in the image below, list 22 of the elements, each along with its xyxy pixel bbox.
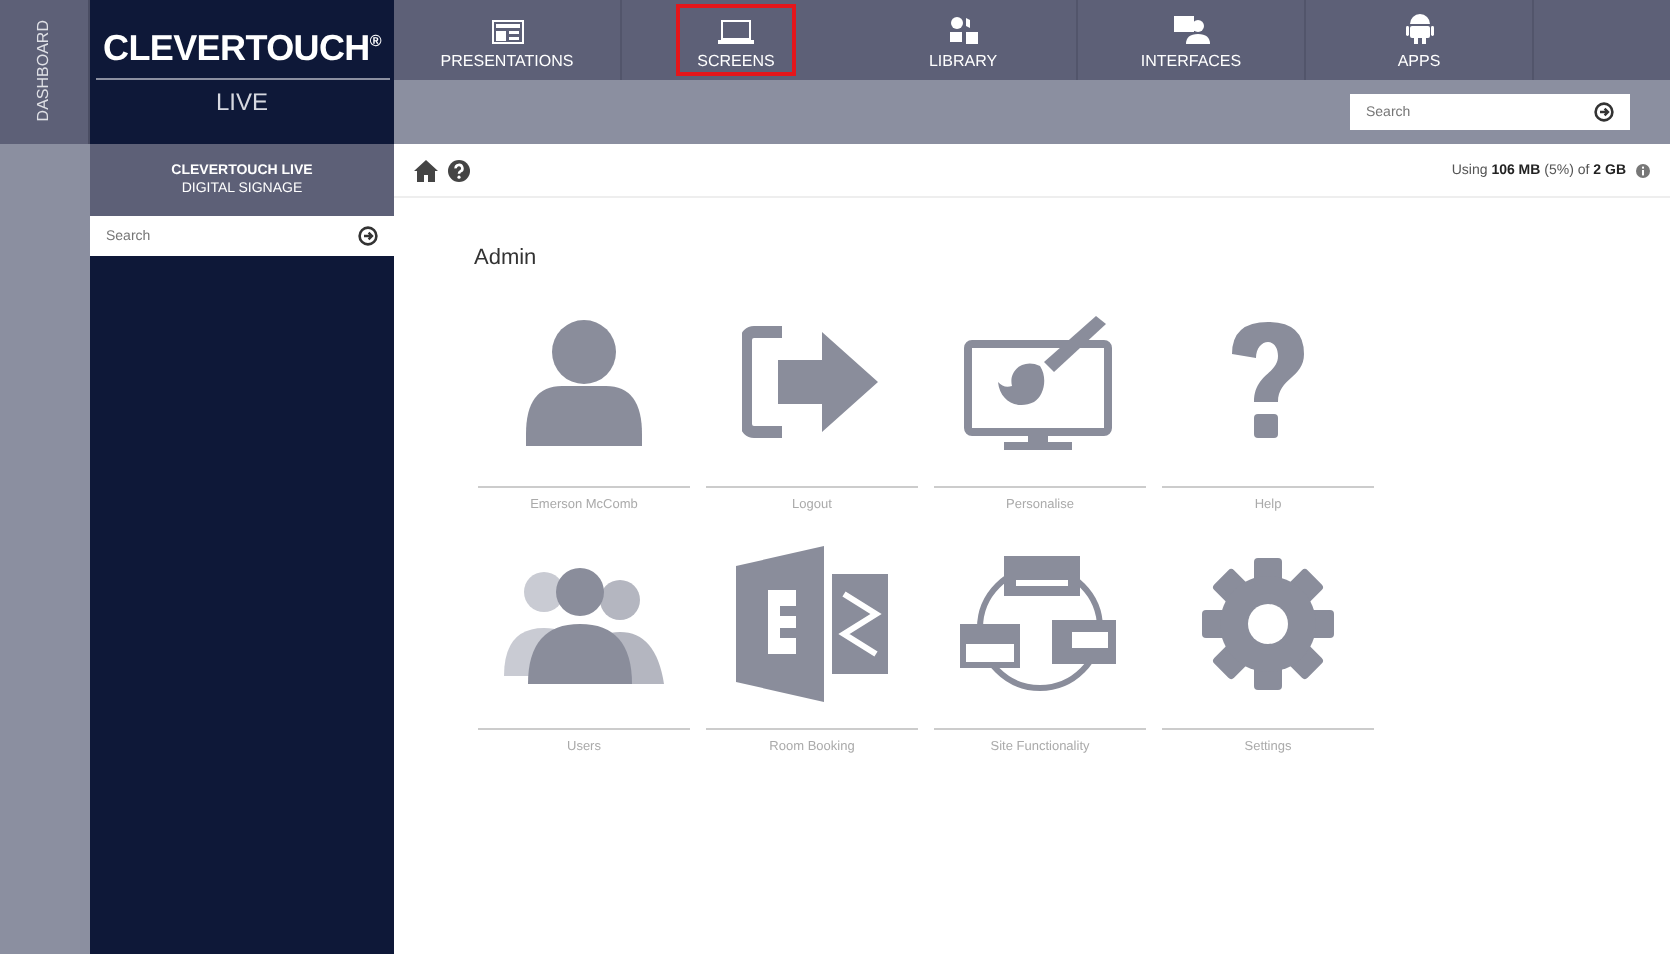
logout-icon <box>742 324 882 440</box>
exchange-icon <box>736 546 888 702</box>
logo-title: CLEVERTOUCH$^{®}$ <box>95 28 389 80</box>
layout-icon <box>491 20 523 44</box>
nav-tab[interactable]: SCREENS <box>672 0 800 80</box>
help-icon[interactable] <box>448 159 470 181</box>
go-icon[interactable] <box>1594 102 1614 122</box>
section-title: Admin <box>474 246 539 270</box>
go-icon[interactable] <box>358 226 378 246</box>
network-screens-icon <box>960 556 1120 692</box>
logo-subtitle: LIVE <box>215 88 268 116</box>
home-icon[interactable] <box>414 159 438 181</box>
person-icon <box>526 318 642 446</box>
users-icon <box>504 564 664 684</box>
dashboard-tab[interactable]: DASHBOARD <box>34 20 54 122</box>
gear-icon <box>1202 558 1334 690</box>
monitor-icon <box>718 20 754 44</box>
android-icon <box>1405 12 1433 44</box>
info-icon[interactable] <box>1636 163 1650 177</box>
monitor-brush-icon <box>964 312 1116 452</box>
presenter-icon <box>1173 16 1209 44</box>
media-icon <box>949 16 977 44</box>
